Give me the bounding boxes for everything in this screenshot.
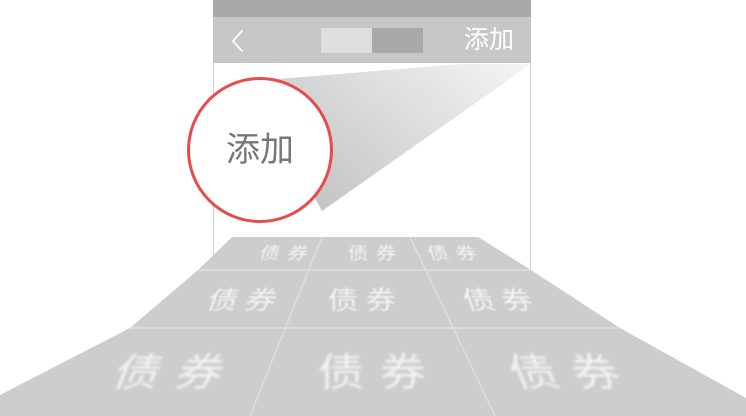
back-button[interactable] bbox=[229, 28, 251, 54]
segment-right[interactable] bbox=[372, 28, 423, 53]
tile-label: 债券 bbox=[348, 244, 404, 263]
tile-label: 债券 bbox=[328, 285, 404, 315]
tile-label: 债券 bbox=[203, 285, 290, 315]
status-bar bbox=[213, 0, 531, 17]
tile-label: 债券 bbox=[502, 351, 644, 396]
tile-label: 债券 bbox=[425, 244, 487, 264]
tile-label: 债券 bbox=[318, 350, 442, 396]
segment-left[interactable] bbox=[321, 28, 372, 53]
segmented-control[interactable] bbox=[321, 28, 423, 53]
chevron-left-icon bbox=[232, 30, 243, 52]
tile-label: 债券 bbox=[106, 351, 248, 396]
add-button[interactable]: 添加 bbox=[464, 24, 514, 56]
tile-label: 债券 bbox=[257, 244, 319, 264]
nav-bar: 添加 bbox=[213, 17, 531, 63]
tile-label: 债券 bbox=[458, 285, 545, 315]
